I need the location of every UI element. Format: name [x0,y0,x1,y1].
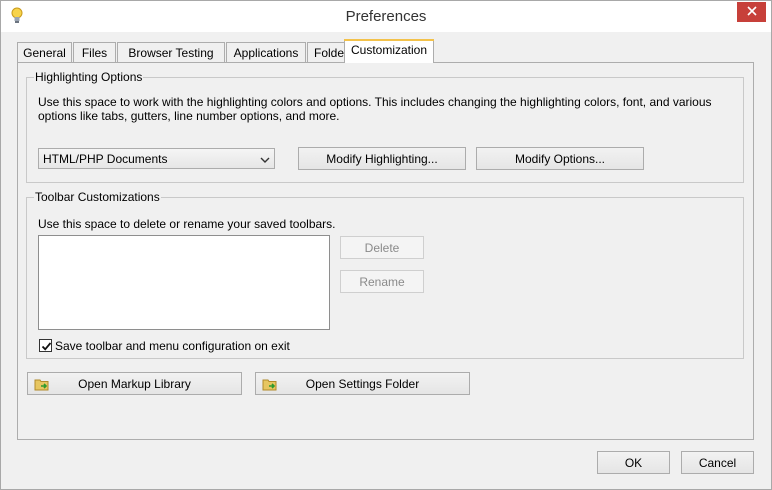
highlighting-description: Use this space to work with the highligh… [38,95,712,123]
modify-highlighting-button[interactable]: Modify Highlighting... [298,147,466,170]
tab-label: Applications [233,46,299,60]
button-label: Modify Options... [514,151,606,166]
preferences-dialog: Preferences General Files Browser Testin… [0,0,772,490]
tab-label: Files [81,46,108,60]
tab-label: Browser Testing [128,46,214,60]
ok-button[interactable]: OK [597,451,670,474]
save-on-exit-checkbox[interactable] [39,339,52,352]
folder-arrow-icon [262,377,278,391]
tab-label: Customization [350,43,428,57]
open-settings-folder-button[interactable]: Open Settings Folder [255,372,470,395]
tab-label: General [23,46,66,60]
button-label: Open Settings Folder [305,376,420,391]
window-title: Preferences [345,8,427,25]
folder-arrow-icon [34,377,50,391]
chevron-down-icon [260,154,270,164]
tab-browser-testing[interactable]: Browser Testing [117,42,225,63]
highlighting-options-group: Highlighting Options Use this space to w… [26,70,744,183]
toolbar-customizations-group: Toolbar Customizations Use this space to… [26,190,744,359]
checkmark-icon [41,342,52,351]
document-type-select[interactable]: HTML/PHP Documents [38,148,275,169]
tab-applications[interactable]: Applications [226,42,306,63]
button-label: OK [624,455,643,470]
button-label: Rename [359,274,405,289]
rename-toolbar-button[interactable]: Rename [340,270,424,293]
cancel-button[interactable]: Cancel [681,451,754,474]
tab-customization[interactable]: Customization [344,39,434,63]
title-bar[interactable]: Preferences [1,1,771,32]
open-markup-library-button[interactable]: Open Markup Library [27,372,242,395]
close-button[interactable] [737,2,766,22]
button-label: Cancel [698,455,737,470]
document-type-value: HTML/PHP Documents [43,152,168,166]
saved-toolbars-list[interactable] [38,235,330,330]
delete-toolbar-button[interactable]: Delete [340,236,424,259]
modify-options-button[interactable]: Modify Options... [476,147,644,170]
tab-general[interactable]: General [17,42,72,63]
close-icon [746,5,757,19]
tab-files[interactable]: Files [73,42,116,63]
button-label: Modify Highlighting... [326,151,438,166]
group-legend: Highlighting Options [34,70,144,84]
save-on-exit-label[interactable]: Save toolbar and menu configuration on e… [55,339,290,353]
button-label: Open Markup Library [78,376,191,391]
customization-panel: Highlighting Options Use this space to w… [17,62,754,440]
group-legend: Toolbar Customizations [34,190,161,204]
button-label: Delete [364,240,400,255]
toolbar-description: Use this space to delete or rename your … [38,217,336,231]
